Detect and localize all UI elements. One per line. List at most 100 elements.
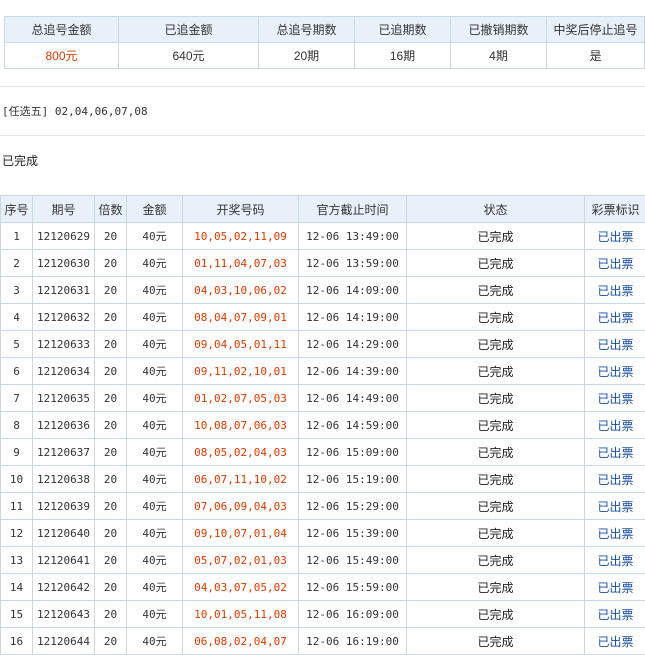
row-index: 11: [1, 493, 33, 520]
row-ticket-link[interactable]: 已出票: [585, 466, 645, 493]
row-multiple: 20: [95, 493, 127, 520]
row-multiple: 20: [95, 304, 127, 331]
row-deadline: 12-06 13:59:00: [299, 250, 407, 277]
row-ticket-link[interactable]: 已出票: [585, 385, 645, 412]
row-index: 7: [1, 385, 33, 412]
row-index: 9: [1, 439, 33, 466]
row-period: 12120635: [33, 385, 95, 412]
row-status: 已完成: [407, 304, 585, 331]
row-ticket-link[interactable]: 已出票: [585, 250, 645, 277]
row-period: 12120632: [33, 304, 95, 331]
row-amount: 40元: [127, 385, 183, 412]
chase-detail-table: 序号 期号 倍数 金额 开奖号码 官方截止时间 状态 彩票标识 11212062…: [0, 195, 645, 655]
summary-total-amount: 800元: [5, 43, 119, 69]
summary-stop-on-win: 是: [547, 43, 645, 69]
row-multiple: 20: [95, 277, 127, 304]
table-row: 8121206362040元10,08,07,06,0312-06 14:59:…: [1, 412, 645, 439]
row-draw-numbers: 10,01,05,11,08: [183, 601, 299, 628]
row-draw-numbers: 05,07,02,01,03: [183, 547, 299, 574]
row-deadline: 12-06 15:39:00: [299, 520, 407, 547]
row-multiple: 20: [95, 439, 127, 466]
row-status: 已完成: [407, 601, 585, 628]
row-status: 已完成: [407, 412, 585, 439]
row-ticket-link[interactable]: 已出票: [585, 331, 645, 358]
row-period: 12120639: [33, 493, 95, 520]
row-amount: 40元: [127, 520, 183, 547]
row-amount: 40元: [127, 223, 183, 250]
row-index: 12: [1, 520, 33, 547]
row-amount: 40元: [127, 358, 183, 385]
row-deadline: 12-06 14:59:00: [299, 412, 407, 439]
row-index: 10: [1, 466, 33, 493]
row-period: 12120644: [33, 628, 95, 655]
summary-total-periods: 20期: [259, 43, 355, 69]
row-draw-numbers: 09,10,07,01,04: [183, 520, 299, 547]
row-status: 已完成: [407, 277, 585, 304]
chase-status: 已完成: [2, 152, 38, 169]
row-ticket-link[interactable]: 已出票: [585, 412, 645, 439]
row-period: 12120640: [33, 520, 95, 547]
row-ticket-link[interactable]: 已出票: [585, 277, 645, 304]
row-ticket-link[interactable]: 已出票: [585, 223, 645, 250]
row-deadline: 12-06 15:09:00: [299, 439, 407, 466]
row-multiple: 20: [95, 547, 127, 574]
divider: [0, 135, 645, 136]
row-ticket-link[interactable]: 已出票: [585, 358, 645, 385]
row-period: 12120631: [33, 277, 95, 304]
row-deadline: 12-06 15:49:00: [299, 547, 407, 574]
col-header-period: 期号: [33, 196, 95, 223]
row-deadline: 12-06 14:09:00: [299, 277, 407, 304]
col-header-ticket: 彩票标识: [585, 196, 645, 223]
row-deadline: 12-06 14:49:00: [299, 385, 407, 412]
row-index: 16: [1, 628, 33, 655]
row-status: 已完成: [407, 628, 585, 655]
row-status: 已完成: [407, 358, 585, 385]
row-draw-numbers: 10,05,02,11,09: [183, 223, 299, 250]
table-row: 3121206312040元04,03,10,06,0212-06 14:09:…: [1, 277, 645, 304]
summary-cancelled-periods: 4期: [451, 43, 547, 69]
table-row: 12121206402040元09,10,07,01,0412-06 15:39…: [1, 520, 645, 547]
table-row: 14121206422040元04,03,07,05,0212-06 15:59…: [1, 574, 645, 601]
detail-body: 1121206292040元10,05,02,11,0912-06 13:49:…: [1, 223, 645, 655]
row-amount: 40元: [127, 574, 183, 601]
row-index: 2: [1, 250, 33, 277]
table-row: 16121206442040元06,08,02,04,0712-06 16:19…: [1, 628, 645, 655]
col-header-status: 状态: [407, 196, 585, 223]
row-multiple: 20: [95, 412, 127, 439]
row-status: 已完成: [407, 520, 585, 547]
row-deadline: 12-06 15:29:00: [299, 493, 407, 520]
row-status: 已完成: [407, 331, 585, 358]
row-ticket-link[interactable]: 已出票: [585, 628, 645, 655]
row-multiple: 20: [95, 223, 127, 250]
row-ticket-link[interactable]: 已出票: [585, 601, 645, 628]
row-index: 1: [1, 223, 33, 250]
row-ticket-link[interactable]: 已出票: [585, 547, 645, 574]
table-row: 1121206292040元10,05,02,11,0912-06 13:49:…: [1, 223, 645, 250]
detail-header-row: 序号 期号 倍数 金额 开奖号码 官方截止时间 状态 彩票标识: [1, 196, 645, 223]
row-draw-numbers: 01,11,04,07,03: [183, 250, 299, 277]
row-multiple: 20: [95, 358, 127, 385]
row-status: 已完成: [407, 466, 585, 493]
table-row: 10121206382040元06,07,11,10,0212-06 15:19…: [1, 466, 645, 493]
row-ticket-link[interactable]: 已出票: [585, 520, 645, 547]
row-ticket-link[interactable]: 已出票: [585, 439, 645, 466]
table-row: 13121206412040元05,07,02,01,0312-06 15:49…: [1, 547, 645, 574]
row-draw-numbers: 08,05,02,04,03: [183, 439, 299, 466]
row-amount: 40元: [127, 601, 183, 628]
row-status: 已完成: [407, 223, 585, 250]
row-draw-numbers: 09,04,05,01,11: [183, 331, 299, 358]
row-ticket-link[interactable]: 已出票: [585, 304, 645, 331]
row-period: 12120633: [33, 331, 95, 358]
row-status: 已完成: [407, 547, 585, 574]
row-draw-numbers: 06,07,11,10,02: [183, 466, 299, 493]
row-deadline: 12-06 14:39:00: [299, 358, 407, 385]
col-header-draw-numbers: 开奖号码: [183, 196, 299, 223]
row-deadline: 12-06 15:59:00: [299, 574, 407, 601]
col-header-amount: 金额: [127, 196, 183, 223]
row-multiple: 20: [95, 628, 127, 655]
table-row: 9121206372040元08,05,02,04,0312-06 15:09:…: [1, 439, 645, 466]
row-ticket-link[interactable]: 已出票: [585, 493, 645, 520]
row-ticket-link[interactable]: 已出票: [585, 574, 645, 601]
row-draw-numbers: 04,03,07,05,02: [183, 574, 299, 601]
row-draw-numbers: 07,06,09,04,03: [183, 493, 299, 520]
